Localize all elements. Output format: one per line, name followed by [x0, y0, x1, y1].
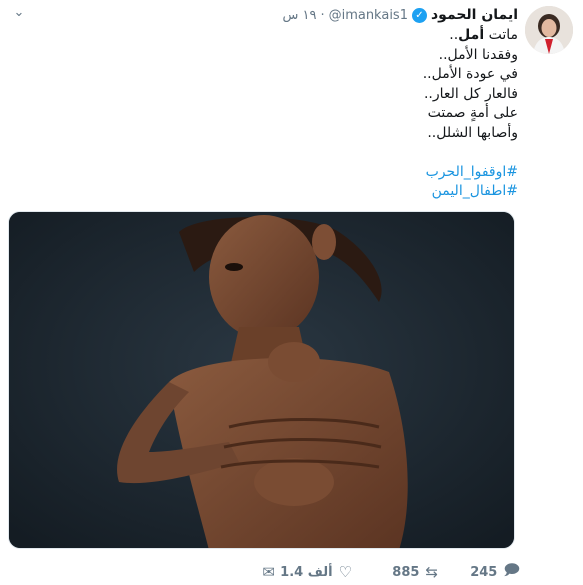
retweet-count: 885 — [392, 564, 420, 580]
tweet[interactable]: ⌄ ايمان الحمود ✓ @imankais1 · ١٩ س ماتت … — [0, 0, 583, 585]
reply-button[interactable]: 245 🗩 — [470, 560, 520, 584]
envelope-icon: ✉ — [262, 563, 275, 581]
heart-icon: ♡ — [338, 563, 352, 581]
timestamp-link[interactable]: ١٩ س — [282, 8, 316, 23]
text-line: في عودة الأمل.. — [422, 66, 518, 82]
tweet-meta: ايمان الحمود ✓ @imankais1 · ١٩ س — [282, 4, 518, 26]
media-photo[interactable] — [8, 211, 515, 549]
verified-badge-icon: ✓ — [411, 7, 427, 23]
tweet-header: ⌄ ايمان الحمود ✓ @imankais1 · ١٩ س — [8, 4, 518, 26]
direct-message-button[interactable]: ✉ — [262, 560, 275, 584]
avatar[interactable] — [525, 6, 573, 54]
text-bold-segment: أمل — [458, 27, 485, 43]
text-segment: .. — [449, 27, 459, 43]
tweet-text: ماتت أمل.. وفقدنا الأمل.. في عودة الأمل.… — [78, 26, 518, 202]
avatar-image — [525, 6, 573, 54]
text-line: وأصابها الشلل.. — [427, 124, 518, 141]
text-line: وفقدنا الأمل.. — [438, 46, 518, 63]
like-count: 1.4 ألف — [280, 564, 333, 580]
reply-count: 245 — [470, 564, 498, 580]
separator-dot: · — [320, 7, 325, 23]
display-name[interactable]: ايمان الحمود — [431, 7, 518, 23]
photo-child — [9, 212, 514, 548]
retweet-button[interactable]: 885 ⇆ — [392, 560, 438, 584]
text-segment: ماتت — [484, 27, 518, 43]
text-line: فالعار كل العار.. — [423, 85, 518, 102]
text-line: ماتت أمل.. — [78, 26, 518, 46]
hashtag-link[interactable]: #اوقفوا_الحرب — [78, 163, 518, 183]
like-button[interactable]: 1.4 ألف ♡ — [280, 560, 352, 584]
chevron-down-icon[interactable]: ⌄ — [12, 6, 26, 20]
tweet-actions: 245 🗩 885 ⇆ 1.4 ألف ♡ ✉ — [8, 560, 520, 584]
reply-icon: 🗩 — [503, 560, 520, 579]
username-handle[interactable]: @imankais1 — [329, 8, 408, 23]
retweet-icon: ⇆ — [425, 563, 438, 581]
hashtag-link[interactable]: #اطفال_اليمن — [78, 182, 518, 202]
text-line: على أمةٍ صمتت — [427, 105, 518, 121]
